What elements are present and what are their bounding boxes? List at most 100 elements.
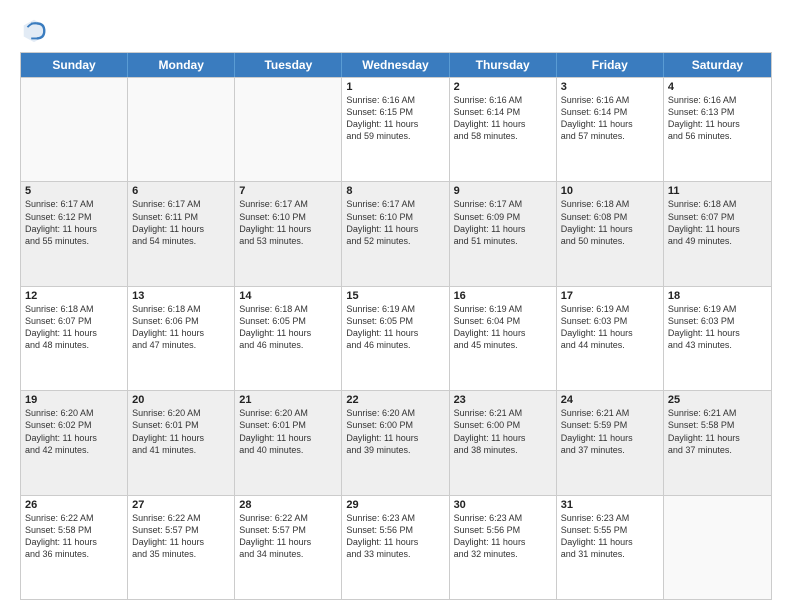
day-number: 18 <box>668 290 767 302</box>
day-info: Sunrise: 6:18 AM Sunset: 6:08 PM Dayligh… <box>561 198 659 247</box>
day-number: 17 <box>561 290 659 302</box>
day-cell-17: 17Sunrise: 6:19 AM Sunset: 6:03 PM Dayli… <box>557 287 664 390</box>
week-row-3: 12Sunrise: 6:18 AM Sunset: 6:07 PM Dayli… <box>21 286 771 390</box>
day-info: Sunrise: 6:20 AM Sunset: 6:00 PM Dayligh… <box>346 407 444 456</box>
day-info: Sunrise: 6:20 AM Sunset: 6:02 PM Dayligh… <box>25 407 123 456</box>
day-info: Sunrise: 6:17 AM Sunset: 6:09 PM Dayligh… <box>454 198 552 247</box>
day-number: 16 <box>454 290 552 302</box>
day-info: Sunrise: 6:20 AM Sunset: 6:01 PM Dayligh… <box>132 407 230 456</box>
day-cell-19: 19Sunrise: 6:20 AM Sunset: 6:02 PM Dayli… <box>21 391 128 494</box>
day-cell-10: 10Sunrise: 6:18 AM Sunset: 6:08 PM Dayli… <box>557 182 664 285</box>
day-number: 11 <box>668 185 767 197</box>
day-info: Sunrise: 6:16 AM Sunset: 6:14 PM Dayligh… <box>561 94 659 143</box>
header <box>20 16 772 44</box>
day-cell-1: 1Sunrise: 6:16 AM Sunset: 6:15 PM Daylig… <box>342 78 449 181</box>
day-cell-13: 13Sunrise: 6:18 AM Sunset: 6:06 PM Dayli… <box>128 287 235 390</box>
day-info: Sunrise: 6:19 AM Sunset: 6:04 PM Dayligh… <box>454 303 552 352</box>
day-number: 15 <box>346 290 444 302</box>
day-info: Sunrise: 6:23 AM Sunset: 5:55 PM Dayligh… <box>561 512 659 561</box>
day-number: 4 <box>668 81 767 93</box>
day-number: 7 <box>239 185 337 197</box>
day-header-monday: Monday <box>128 53 235 77</box>
day-number: 27 <box>132 499 230 511</box>
empty-cell <box>21 78 128 181</box>
day-cell-14: 14Sunrise: 6:18 AM Sunset: 6:05 PM Dayli… <box>235 287 342 390</box>
day-number: 3 <box>561 81 659 93</box>
day-cell-7: 7Sunrise: 6:17 AM Sunset: 6:10 PM Daylig… <box>235 182 342 285</box>
day-info: Sunrise: 6:21 AM Sunset: 5:58 PM Dayligh… <box>668 407 767 456</box>
day-cell-15: 15Sunrise: 6:19 AM Sunset: 6:05 PM Dayli… <box>342 287 449 390</box>
day-number: 24 <box>561 394 659 406</box>
day-info: Sunrise: 6:16 AM Sunset: 6:15 PM Dayligh… <box>346 94 444 143</box>
calendar-body: 1Sunrise: 6:16 AM Sunset: 6:15 PM Daylig… <box>21 77 771 599</box>
day-cell-8: 8Sunrise: 6:17 AM Sunset: 6:10 PM Daylig… <box>342 182 449 285</box>
day-number: 9 <box>454 185 552 197</box>
day-info: Sunrise: 6:16 AM Sunset: 6:14 PM Dayligh… <box>454 94 552 143</box>
day-cell-26: 26Sunrise: 6:22 AM Sunset: 5:58 PM Dayli… <box>21 496 128 599</box>
empty-cell <box>235 78 342 181</box>
logo <box>20 16 52 44</box>
day-number: 2 <box>454 81 552 93</box>
day-number: 30 <box>454 499 552 511</box>
day-cell-23: 23Sunrise: 6:21 AM Sunset: 6:00 PM Dayli… <box>450 391 557 494</box>
day-number: 26 <box>25 499 123 511</box>
day-info: Sunrise: 6:21 AM Sunset: 6:00 PM Dayligh… <box>454 407 552 456</box>
day-info: Sunrise: 6:20 AM Sunset: 6:01 PM Dayligh… <box>239 407 337 456</box>
day-cell-20: 20Sunrise: 6:20 AM Sunset: 6:01 PM Dayli… <box>128 391 235 494</box>
day-number: 1 <box>346 81 444 93</box>
day-cell-27: 27Sunrise: 6:22 AM Sunset: 5:57 PM Dayli… <box>128 496 235 599</box>
day-header-tuesday: Tuesday <box>235 53 342 77</box>
day-number: 25 <box>668 394 767 406</box>
empty-cell <box>664 496 771 599</box>
day-cell-24: 24Sunrise: 6:21 AM Sunset: 5:59 PM Dayli… <box>557 391 664 494</box>
day-number: 8 <box>346 185 444 197</box>
day-cell-25: 25Sunrise: 6:21 AM Sunset: 5:58 PM Dayli… <box>664 391 771 494</box>
day-number: 29 <box>346 499 444 511</box>
day-info: Sunrise: 6:17 AM Sunset: 6:10 PM Dayligh… <box>239 198 337 247</box>
day-number: 14 <box>239 290 337 302</box>
day-cell-22: 22Sunrise: 6:20 AM Sunset: 6:00 PM Dayli… <box>342 391 449 494</box>
week-row-2: 5Sunrise: 6:17 AM Sunset: 6:12 PM Daylig… <box>21 181 771 285</box>
week-row-5: 26Sunrise: 6:22 AM Sunset: 5:58 PM Dayli… <box>21 495 771 599</box>
week-row-1: 1Sunrise: 6:16 AM Sunset: 6:15 PM Daylig… <box>21 77 771 181</box>
day-cell-18: 18Sunrise: 6:19 AM Sunset: 6:03 PM Dayli… <box>664 287 771 390</box>
day-cell-28: 28Sunrise: 6:22 AM Sunset: 5:57 PM Dayli… <box>235 496 342 599</box>
calendar: SundayMondayTuesdayWednesdayThursdayFrid… <box>20 52 772 600</box>
day-cell-2: 2Sunrise: 6:16 AM Sunset: 6:14 PM Daylig… <box>450 78 557 181</box>
logo-icon <box>20 16 48 44</box>
day-cell-21: 21Sunrise: 6:20 AM Sunset: 6:01 PM Dayli… <box>235 391 342 494</box>
day-info: Sunrise: 6:18 AM Sunset: 6:05 PM Dayligh… <box>239 303 337 352</box>
day-cell-31: 31Sunrise: 6:23 AM Sunset: 5:55 PM Dayli… <box>557 496 664 599</box>
week-row-4: 19Sunrise: 6:20 AM Sunset: 6:02 PM Dayli… <box>21 390 771 494</box>
day-number: 22 <box>346 394 444 406</box>
day-cell-16: 16Sunrise: 6:19 AM Sunset: 6:04 PM Dayli… <box>450 287 557 390</box>
day-header-saturday: Saturday <box>664 53 771 77</box>
day-info: Sunrise: 6:18 AM Sunset: 6:07 PM Dayligh… <box>668 198 767 247</box>
day-number: 10 <box>561 185 659 197</box>
day-cell-5: 5Sunrise: 6:17 AM Sunset: 6:12 PM Daylig… <box>21 182 128 285</box>
day-cell-30: 30Sunrise: 6:23 AM Sunset: 5:56 PM Dayli… <box>450 496 557 599</box>
day-number: 20 <box>132 394 230 406</box>
page: SundayMondayTuesdayWednesdayThursdayFrid… <box>0 0 792 612</box>
calendar-header-row: SundayMondayTuesdayWednesdayThursdayFrid… <box>21 53 771 77</box>
day-header-friday: Friday <box>557 53 664 77</box>
day-number: 23 <box>454 394 552 406</box>
day-info: Sunrise: 6:16 AM Sunset: 6:13 PM Dayligh… <box>668 94 767 143</box>
day-number: 12 <box>25 290 123 302</box>
day-info: Sunrise: 6:22 AM Sunset: 5:57 PM Dayligh… <box>132 512 230 561</box>
day-info: Sunrise: 6:21 AM Sunset: 5:59 PM Dayligh… <box>561 407 659 456</box>
day-cell-4: 4Sunrise: 6:16 AM Sunset: 6:13 PM Daylig… <box>664 78 771 181</box>
day-number: 31 <box>561 499 659 511</box>
day-number: 13 <box>132 290 230 302</box>
day-info: Sunrise: 6:17 AM Sunset: 6:11 PM Dayligh… <box>132 198 230 247</box>
day-info: Sunrise: 6:22 AM Sunset: 5:58 PM Dayligh… <box>25 512 123 561</box>
day-number: 6 <box>132 185 230 197</box>
day-header-sunday: Sunday <box>21 53 128 77</box>
day-info: Sunrise: 6:18 AM Sunset: 6:06 PM Dayligh… <box>132 303 230 352</box>
day-info: Sunrise: 6:23 AM Sunset: 5:56 PM Dayligh… <box>346 512 444 561</box>
day-info: Sunrise: 6:18 AM Sunset: 6:07 PM Dayligh… <box>25 303 123 352</box>
day-info: Sunrise: 6:23 AM Sunset: 5:56 PM Dayligh… <box>454 512 552 561</box>
day-number: 19 <box>25 394 123 406</box>
day-info: Sunrise: 6:19 AM Sunset: 6:03 PM Dayligh… <box>561 303 659 352</box>
day-cell-9: 9Sunrise: 6:17 AM Sunset: 6:09 PM Daylig… <box>450 182 557 285</box>
